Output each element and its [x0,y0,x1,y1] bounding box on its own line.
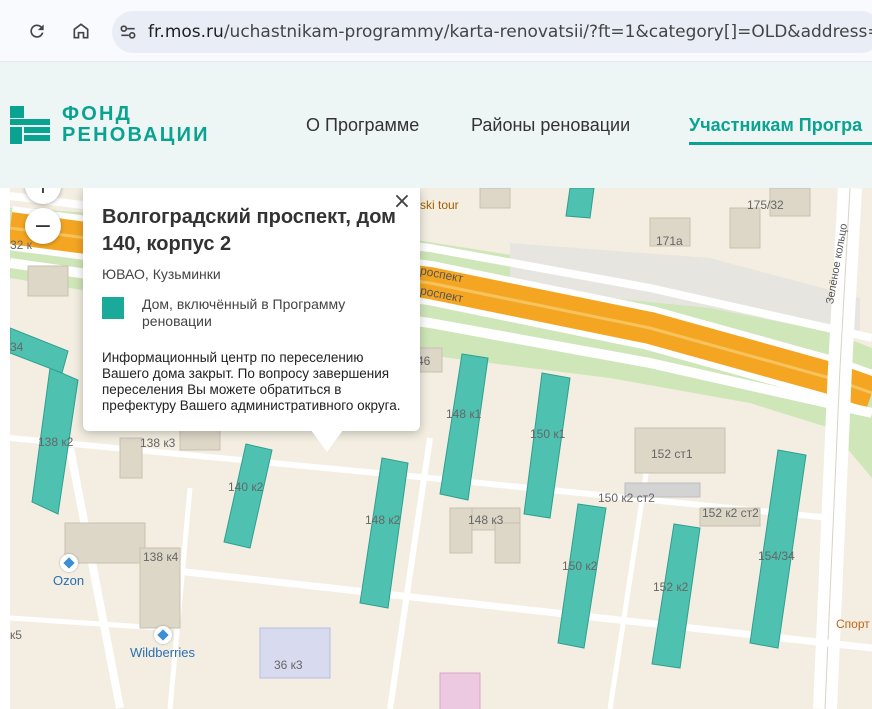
street-label: Спорт [836,617,870,631]
logo[interactable]: ФОНД РЕНОВАЦИИ [10,104,210,146]
poi-wildberries[interactable]: Wildberries [130,626,195,660]
reload-button[interactable] [22,16,52,46]
renovation-swatch-icon [102,297,124,319]
building-label: 138 к4 [143,550,179,564]
building-label: к5 [10,628,22,642]
address-bar[interactable]: fr.mos.ru/uchastnikam-programmy/karta-re… [112,11,872,53]
browser-toolbar: fr.mos.ru/uchastnikam-programmy/karta-re… [0,0,872,62]
building-label: 148 к1 [446,407,482,421]
building-label: 171а [656,234,683,248]
close-icon[interactable]: × [392,191,412,213]
popup-legend: Дом, включённый в Программу реновации [102,296,402,330]
poi-ozon[interactable]: Ozon [53,554,84,588]
url-host: fr.mos.ru [148,22,224,42]
site-info-icon[interactable] [118,17,138,47]
nav-participants[interactable]: Участникам Програ [689,115,862,136]
building-label: 175/32 [747,198,784,212]
zoom-out-button[interactable]: − [25,208,61,244]
logo-line1: ФОНД [62,103,133,125]
logo-line2: РЕНОВАЦИИ [62,124,210,146]
building-label: 152 к2 [653,580,689,594]
building-label: 150 к2 ст2 [598,491,655,505]
nav-active-underline [689,142,872,145]
home-icon [73,23,89,39]
logo-mark-icon [10,106,50,144]
street-label: ski tour [420,198,459,212]
legend-label: Дом, включённый в Программу реновации [142,296,346,329]
popup-district: ЮВАО, Кузьминки [102,266,221,282]
url-path: /uchastnikam-programmy/karta-renovatsii/… [223,22,872,42]
url-text: fr.mos.ru/uchastnikam-programmy/karta-re… [148,22,872,42]
building-label: 152 ст1 [651,447,693,461]
building-label: 148 к2 [365,513,401,527]
building-label: 32 к [10,238,32,252]
building-label: 140 к2 [228,480,264,494]
popup-info-text: Информационный центр по переселению Ваше… [102,350,401,413]
poi-name: Ozon [53,573,85,588]
renovation-map[interactable]: 138 к2 138 к3 140 к2 138 к4 148 к1 150 к… [10,188,872,709]
building-label: 152 к2 ст2 [702,506,759,520]
site-header: ФОНД РЕНОВАЦИИ О Программе Районы ренова… [0,62,872,188]
building-label: 138 к2 [38,435,74,449]
building-label: 138 к3 [140,436,176,450]
building-label: 154/34 [758,549,795,563]
building-label: 150 к2 [562,559,598,573]
poi-pin-icon [153,626,172,644]
poi-name: Wildberries [130,645,196,660]
home-button[interactable] [66,16,96,46]
building-label: 150 к1 [530,427,566,441]
building-label: 34 [10,340,24,354]
popup-title: Волгоградский проспект, дом 140, корпус … [102,206,396,255]
reload-icon [30,24,44,38]
nav-districts[interactable]: Районы реновации [471,115,630,136]
nav-about[interactable]: О Программе [306,115,419,136]
popup-tail [311,430,343,452]
building-popup: × Волгоградский проспект, дом 140, корпу… [83,188,420,452]
building-label: 36 к3 [274,658,303,672]
poi-pin-icon [59,554,78,572]
building-label: 148 к3 [468,513,504,527]
